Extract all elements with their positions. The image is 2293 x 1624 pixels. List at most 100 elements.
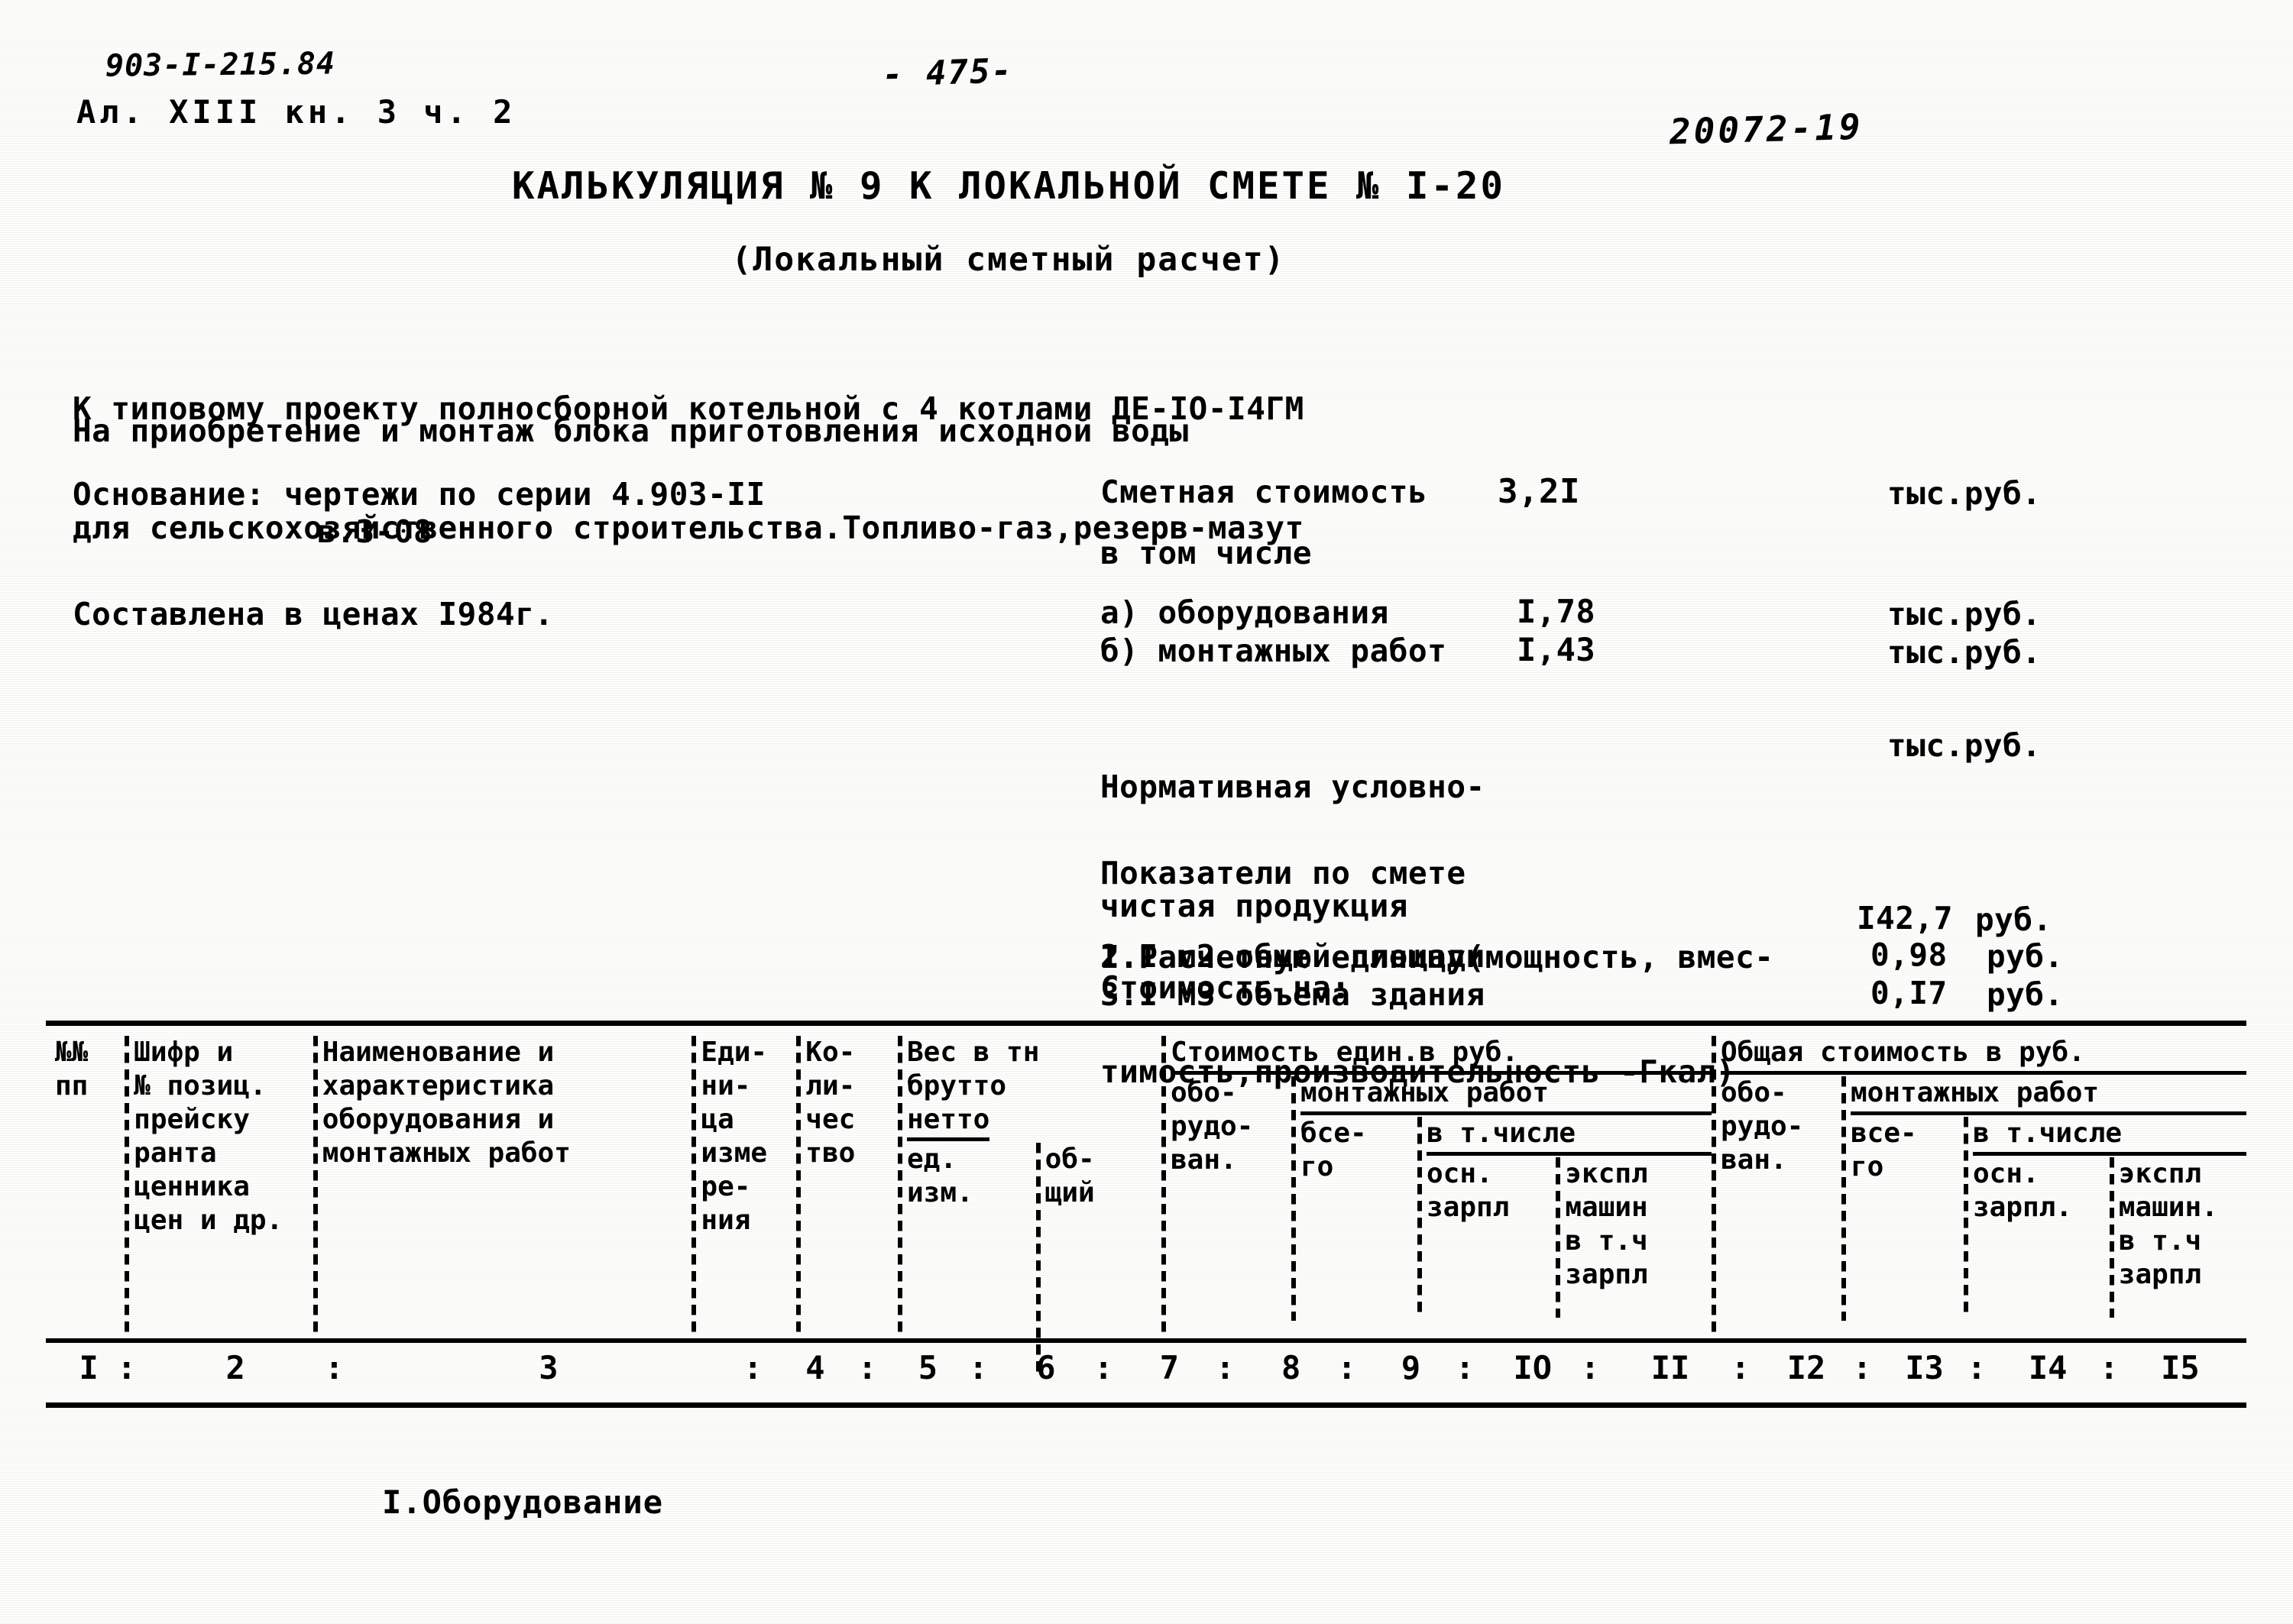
document-page: 903-I-215.84 Ал. XIII кн. 3 ч. 2 - 475- …	[0, 0, 2293, 1624]
estimate-total-unit: тыс.руб.	[1887, 475, 2042, 512]
col-total-osn-line-1: осн.	[1972, 1158, 2039, 1189]
table-middle-rule	[46, 1338, 2246, 1343]
col-number-3: 3	[339, 1349, 763, 1386]
col-unit-install-group-title: монтажных работ	[1300, 1076, 1712, 1115]
col-cipher-line-3: прейску	[134, 1104, 250, 1135]
col-number-10: IO	[1470, 1349, 1599, 1386]
col-num-line-1: №№	[55, 1037, 89, 1068]
archive-stamp-number: 20072-19	[1669, 105, 1864, 153]
basis-line-2: в.3-08	[317, 513, 433, 550]
col-unit-install-all-line-2: го	[1300, 1151, 1334, 1182]
indicator-2-label: 2.I м2 общей площади	[1100, 938, 1485, 975]
col-unit-equip-line-3: ван.	[1170, 1144, 1237, 1176]
indicator-2-unit: руб.	[1987, 938, 2064, 975]
col-weight-unit-line-1: ед.	[906, 1144, 957, 1175]
col-name-line-1: Наименование и	[322, 1037, 555, 1068]
col-total-cost-group-title: Общая стоимость в руб.	[1720, 1036, 2246, 1075]
estimate-total-value: 3,2I	[1498, 472, 1580, 511]
indicator-1-unit: руб.	[1975, 901, 2052, 938]
col-qty-line-3: чес	[805, 1104, 856, 1135]
table-column-header-number: №№ пп	[46, 1036, 125, 1334]
including-label: в том числе	[1100, 535, 1313, 571]
col-name-line-2: характеристика	[322, 1070, 555, 1102]
col-unit-line-5: ре-	[701, 1171, 751, 1202]
col-weight-net: нетто	[906, 1103, 990, 1141]
purpose-line: На приобретение и монтаж блока приготовл…	[73, 412, 1189, 449]
table-column-header-unit-install-osn: осн. зарпл	[1427, 1157, 1556, 1292]
table-column-header-total-install-incl: в т.числе осн. зарпл. экспл машин. в т.ч…	[1963, 1117, 2246, 1318]
col-total-equip-line-2: рудо-	[1720, 1111, 1804, 1142]
col-weight-gross: брутто	[906, 1070, 1007, 1102]
table-top-rule	[46, 1021, 2246, 1026]
installation-cost-label: б) монтажных работ	[1100, 632, 1447, 669]
table-column-header-total-equipment: обо- рудо- ван.	[1721, 1076, 1841, 1292]
document-code: 903-I-215.84	[105, 46, 336, 84]
col-number-5: 5	[873, 1349, 988, 1386]
col-number-12: I2	[1745, 1349, 1872, 1386]
col-unit-line-2: ни-	[701, 1070, 751, 1102]
indicator-3-unit: руб.	[1987, 976, 2064, 1013]
table-column-header-total-install-group: монтажных работ все- го в т.числе осн. з…	[1841, 1076, 2246, 1321]
col-unit-ekspl-line-3: в т.ч	[1565, 1225, 1648, 1257]
table-column-header-total-cost-group: Общая стоимость в руб. обо- рудо- ван. м…	[1711, 1036, 2246, 1334]
col-unit-cost-group-title: Стоимость един.в руб.	[1170, 1036, 1712, 1075]
table-column-header-unit-install-incl: в т.числе осн. зарпл экспл машин в т.ч з…	[1417, 1117, 1712, 1318]
col-cipher-line-2: № позиц.	[134, 1070, 267, 1102]
col-cipher-line-4: ранта	[134, 1137, 217, 1169]
col-number-8: 8	[1230, 1349, 1356, 1386]
col-unit-equip-line-2: рудо-	[1170, 1111, 1254, 1142]
col-total-install-all-line-2: го	[1850, 1151, 1884, 1182]
table-column-header-cipher: Шифр и № позиц. прейску ранта ценника це…	[125, 1036, 313, 1334]
table-column-header-weight-total: об- щий	[1035, 1143, 1161, 1372]
installation-cost-value: I,43	[1517, 631, 1596, 668]
table-column-header-quantity: Ко- ли- чес тво	[796, 1036, 898, 1334]
col-unit-osn-line-2: зарпл	[1426, 1192, 1510, 1223]
table-bottom-rule	[46, 1402, 2246, 1408]
table-column-number-row: I 2 3 4 5 6 7 8 9 IO II I2 I3 I4 I5	[46, 1349, 2246, 1386]
col-number-9: 9	[1352, 1349, 1474, 1386]
col-cipher-line-1: Шифр и	[134, 1037, 234, 1068]
table-column-header-weight-unit: ед. изм.	[907, 1143, 1036, 1210]
col-number-13: I3	[1867, 1349, 1986, 1386]
project-description: К типовому проекту полносборной котельно…	[73, 309, 1304, 627]
page-subtitle: (Локальный сметный расчет)	[731, 241, 1286, 279]
page-number: - 475-	[882, 51, 1014, 95]
table-column-header-total-install-all: все- го	[1851, 1117, 1964, 1292]
col-total-ekspl-line-3: в т.ч	[2118, 1225, 2202, 1257]
col-number-2: 2	[131, 1349, 344, 1386]
col-unit-line-1: Еди-	[701, 1037, 768, 1068]
table-column-header-unit-install-group: монтажных работ бсе- го в т.числе осн. з…	[1291, 1076, 1712, 1321]
table-column-header-unit-install-ekspl: экспл машин в т.ч зарпл	[1556, 1157, 1712, 1318]
col-number-7: 7	[1109, 1349, 1235, 1386]
col-name-line-4: монтажных работ	[322, 1137, 571, 1169]
col-total-osn-line-2: зарпл.	[1972, 1192, 2073, 1223]
col-qty-line-4: тво	[805, 1137, 856, 1169]
estimate-total-label: Сметная стоимость	[1100, 474, 1428, 510]
col-total-equip-line-3: ван.	[1720, 1144, 1787, 1176]
col-total-ekspl-line-1: экспл	[2118, 1158, 2202, 1189]
col-num-line-2: пп	[55, 1070, 89, 1102]
table-column-header-unit-equipment: обо- рудо- ван.	[1171, 1076, 1291, 1292]
col-cipher-line-6: цен и др.	[134, 1205, 283, 1236]
equipment-cost-value: I,78	[1517, 593, 1596, 630]
table-column-header-unit-install-all: бсе- го	[1300, 1117, 1417, 1292]
col-unit-line-3: ца	[701, 1104, 734, 1135]
col-weight-total-line-1: об-	[1044, 1144, 1095, 1175]
table-column-header-total-install-osn: осн. зарпл.	[1973, 1157, 2110, 1292]
page-title: КАЛЬКУЛЯЦИЯ № 9 К ЛОКАЛЬНОЙ СМЕТЕ № I-20	[511, 164, 1506, 208]
col-unit-install-incl-title: в т.числе	[1426, 1117, 1712, 1156]
table-header-row: №№ пп Шифр и № позиц. прейску ранта ценн…	[46, 1036, 2246, 1372]
indicator-2-value: 0,98	[1870, 937, 1948, 973]
col-number-4: 4	[758, 1349, 876, 1386]
col-total-ekspl-line-4: зарпл	[2118, 1259, 2202, 1290]
col-number-14: I4	[1981, 1349, 2119, 1386]
equipment-cost-unit: тыс.руб.	[1887, 596, 2042, 632]
equipment-cost-label: а) оборудования	[1100, 594, 1389, 631]
col-total-install-all-line-1: все-	[1850, 1118, 1917, 1149]
prices-year-line: Составлена в ценах I984г.	[73, 596, 554, 632]
col-total-install-group-title: монтажных работ	[1850, 1076, 2246, 1115]
installation-cost-unit: тыс.руб.	[1887, 634, 2042, 671]
col-unit-ekspl-line-2: машин	[1565, 1192, 1648, 1223]
col-unit-osn-line-1: осн.	[1426, 1158, 1493, 1189]
table-column-header-unit: Еди- ни- ца изме ре- ния	[691, 1036, 796, 1334]
